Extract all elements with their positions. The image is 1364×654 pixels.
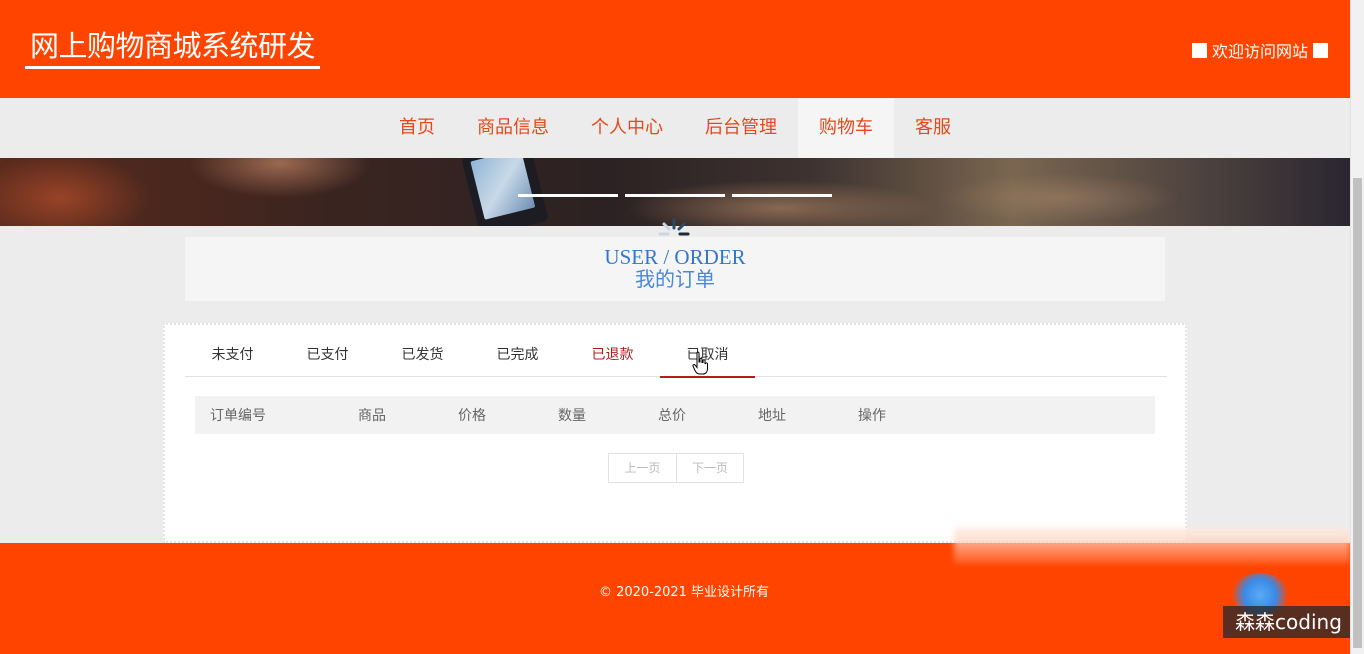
banner-phone-graphic	[461, 158, 549, 226]
next-page-button[interactable]: 下一页	[676, 454, 743, 482]
banner-image	[0, 158, 1350, 226]
prev-page-button[interactable]: 上一页	[609, 454, 676, 482]
column-header-price: 价格	[458, 408, 486, 424]
watermark: 森森coding	[1223, 606, 1354, 638]
square-icon	[1313, 42, 1328, 58]
tab-completed[interactable]: 已完成	[470, 337, 565, 377]
section-title: USER / ORDER 我的订单	[185, 237, 1165, 301]
carousel-dot[interactable]	[732, 194, 832, 197]
column-header-actions: 操作	[858, 408, 886, 424]
nav-item-personal-center[interactable]: 个人中心	[570, 98, 684, 158]
column-header-order-id: 订单编号	[210, 408, 266, 424]
site-header: 网上购物商城系统研发 欢迎访问网站	[0, 0, 1350, 98]
carousel-dot[interactable]	[625, 194, 725, 197]
section-title-en: USER / ORDER	[604, 245, 746, 269]
column-header-product: 商品	[358, 408, 386, 424]
section-title-cn: 我的订单	[635, 269, 715, 291]
carousel-indicators	[518, 194, 832, 197]
pagination: 上一页 下一页	[608, 453, 744, 483]
order-status-tabs: 未支付 已支付 已发货 已完成 已退款 已取消	[185, 337, 1167, 378]
scrollbar-thumb[interactable]	[1353, 178, 1362, 648]
column-header-total: 总价	[658, 408, 686, 424]
table-header: 订单编号 商品 价格 数量 总价 地址 操作	[195, 396, 1155, 434]
tab-shipped[interactable]: 已发货	[375, 337, 470, 377]
tab-refunded[interactable]: 已退款	[565, 337, 660, 377]
carousel-dot[interactable]	[518, 194, 618, 197]
nav-item-products[interactable]: 商品信息	[456, 98, 570, 158]
hand-cursor-icon	[692, 351, 708, 375]
site-title[interactable]: 网上购物商城系统研发	[25, 28, 321, 69]
nav-item-admin[interactable]: 后台管理	[684, 98, 798, 158]
copyright-text: © 2020-2021 毕业设计所有	[598, 585, 770, 600]
order-panel: 未支付 已支付 已发货 已完成 已退款 已取消 订单编号 商品 价格 数量 总价…	[163, 323, 1187, 543]
video-overlay-strip	[954, 528, 1350, 564]
nav-item-cart[interactable]: 购物车	[798, 98, 894, 158]
tab-paid[interactable]: 已支付	[280, 337, 375, 377]
tab-unpaid[interactable]: 未支付	[185, 337, 280, 377]
nav-item-service[interactable]: 客服	[894, 98, 972, 158]
main-nav: 首页 商品信息 个人中心 后台管理 购物车 客服	[0, 98, 1350, 158]
welcome-banner: 欢迎访问网站	[1191, 38, 1328, 62]
vertical-scrollbar[interactable]	[1350, 0, 1364, 654]
column-header-quantity: 数量	[558, 408, 586, 424]
column-header-address: 地址	[758, 408, 786, 424]
welcome-text: 欢迎访问网站	[1211, 42, 1308, 61]
nav-item-home[interactable]: 首页	[378, 98, 456, 158]
square-icon	[1191, 42, 1207, 58]
